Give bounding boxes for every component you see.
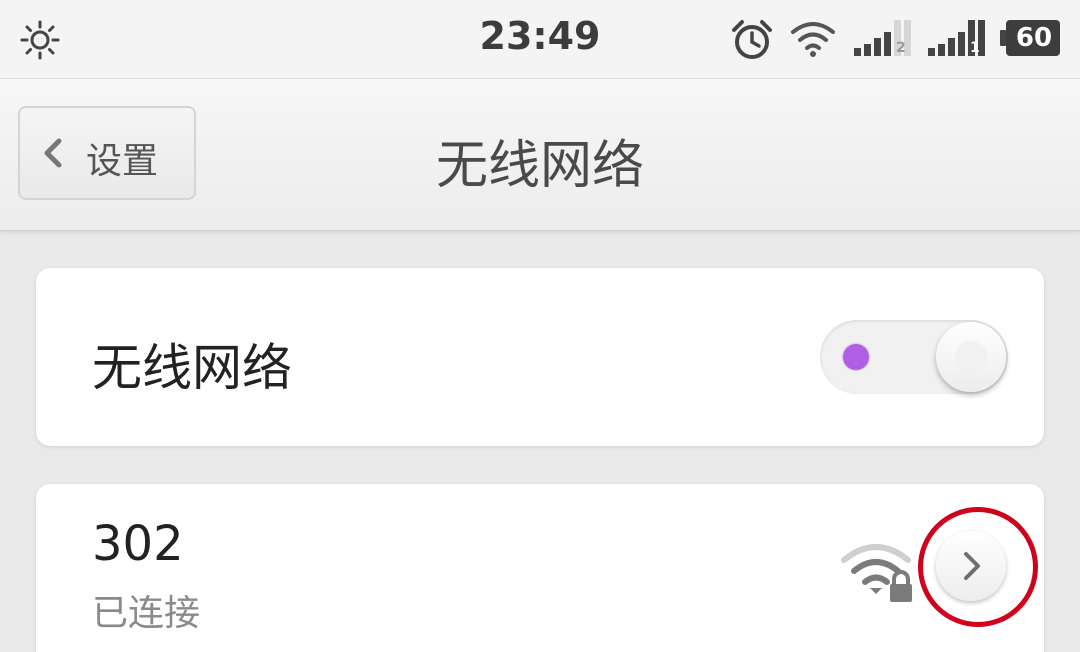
wifi-toggle-switch[interactable] xyxy=(820,320,1008,394)
network-status: 已连接 xyxy=(92,593,201,634)
battery-level: 60 xyxy=(1015,23,1053,53)
status-bar: 23:49 2 1 60 xyxy=(0,0,1080,79)
sim2-badge: 1 xyxy=(970,40,980,56)
wifi-locked-signal-icon xyxy=(841,544,912,602)
wifi-toggle-label: 无线网络 xyxy=(92,339,292,397)
wifi-toggle-card: 无线网络 xyxy=(36,268,1044,446)
network-details-button[interactable] xyxy=(936,531,1006,601)
chevron-right-icon xyxy=(964,552,980,580)
toggle-on-indicator xyxy=(843,344,869,370)
network-ssid: 302 xyxy=(92,516,184,572)
toggle-knob[interactable] xyxy=(936,322,1006,392)
network-list-item[interactable]: 302 已连接 xyxy=(36,484,1044,652)
battery-icon: 60 xyxy=(1000,20,1060,56)
sim1-badge: 2 xyxy=(896,40,906,56)
alarm-icon xyxy=(732,20,772,59)
wifi-icon xyxy=(791,22,835,57)
action-bar: 设置 无线网络 xyxy=(0,79,1080,231)
status-time: 23:49 xyxy=(479,14,601,58)
page-title: 无线网络 xyxy=(435,136,644,196)
